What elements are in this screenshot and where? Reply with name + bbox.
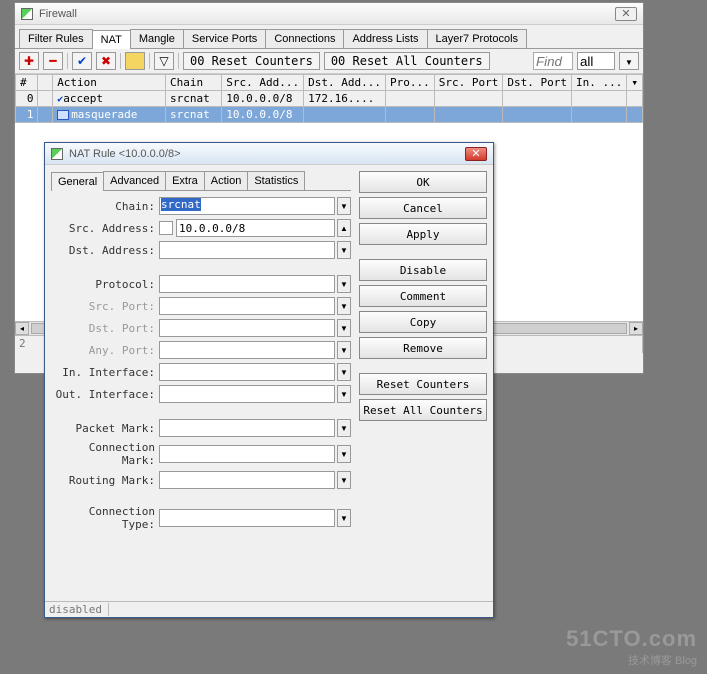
table-row[interactable]: 1 masquerade srcnat 10.0.0.0/8 <box>16 107 643 123</box>
any-port-label: Any. Port: <box>51 344 155 357</box>
table-row[interactable]: 0 accept srcnat 10.0.0.0/8 172.16.... <box>16 91 643 107</box>
connection-mark-dropdown[interactable] <box>337 445 351 463</box>
disable-button[interactable]: ✖ <box>96 52 116 70</box>
packet-mark-field[interactable] <box>159 419 335 437</box>
firewall-toolbar: ✚ ━ ✔ ✖ ▽ 00 Reset Counters 00 Reset All… <box>15 49 643 74</box>
dst-address-field[interactable] <box>159 241 335 259</box>
firewall-tabs: Filter Rules NAT Mangle Service Ports Co… <box>15 25 643 49</box>
dialog-status-text: disabled <box>49 603 109 616</box>
filter-button[interactable]: ▽ <box>154 52 174 70</box>
reset-all-counters-button[interactable]: Reset All Counters <box>359 399 487 421</box>
filter-select[interactable] <box>577 52 615 70</box>
protocol-field[interactable] <box>159 275 335 293</box>
chain-dropdown[interactable] <box>337 197 351 215</box>
tab-service-ports[interactable]: Service Ports <box>183 29 266 48</box>
tab-statistics[interactable]: Statistics <box>247 171 305 190</box>
masquerade-icon <box>57 110 69 120</box>
out-interface-dropdown[interactable] <box>337 385 351 403</box>
reset-counters-button[interactable]: Reset Counters <box>359 373 487 395</box>
enable-button[interactable]: ✔ <box>72 52 92 70</box>
in-interface-label: In. Interface: <box>51 366 155 379</box>
in-interface-field[interactable] <box>159 363 335 381</box>
dst-port-field[interactable] <box>159 319 335 337</box>
tab-nat[interactable]: NAT <box>92 30 131 49</box>
dst-port-label: Dst. Port: <box>51 322 155 335</box>
dialog-titlebar[interactable]: NAT Rule <10.0.0.0/8> ✕ <box>45 143 493 165</box>
tab-general[interactable]: General <box>51 172 104 191</box>
routing-mark-field[interactable] <box>159 471 335 489</box>
out-interface-field[interactable] <box>159 385 335 403</box>
tab-mangle[interactable]: Mangle <box>130 29 184 48</box>
src-address-invert[interactable] <box>159 221 173 235</box>
tab-extra[interactable]: Extra <box>165 171 205 190</box>
dialog-title: NAT Rule <10.0.0.0/8> <box>69 148 459 160</box>
packet-mark-label: Packet Mark: <box>51 422 155 435</box>
tab-advanced[interactable]: Advanced <box>103 171 166 190</box>
tab-action[interactable]: Action <box>204 171 249 190</box>
add-button[interactable]: ✚ <box>19 52 39 70</box>
remove-button[interactable]: Remove <box>359 337 487 359</box>
tab-connections[interactable]: Connections <box>265 29 344 48</box>
apply-button[interactable]: Apply <box>359 223 487 245</box>
firewall-titlebar[interactable]: Firewall ✕ <box>15 3 643 25</box>
src-port-label: Src. Port: <box>51 300 155 313</box>
ok-button[interactable]: OK <box>359 171 487 193</box>
window-title: Firewall <box>39 8 609 20</box>
dialog-status: disabled <box>45 601 493 617</box>
scroll-right-icon[interactable]: ▸ <box>629 322 643 335</box>
nat-rule-dialog: NAT Rule <10.0.0.0/8> ✕ General Advanced… <box>44 142 494 618</box>
connection-type-field[interactable] <box>159 509 335 527</box>
dialog-tabs: General Advanced Extra Action Statistics <box>51 171 351 191</box>
in-interface-dropdown[interactable] <box>337 363 351 381</box>
protocol-label: Protocol: <box>51 278 155 291</box>
tab-layer7[interactable]: Layer7 Protocols <box>427 29 528 48</box>
close-icon[interactable]: ✕ <box>465 147 487 161</box>
app-icon <box>21 8 33 20</box>
app-icon <box>51 148 63 160</box>
reset-all-counters-button[interactable]: 00 Reset All Counters <box>324 52 490 70</box>
src-address-field[interactable] <box>176 219 335 237</box>
src-port-field[interactable] <box>159 297 335 315</box>
dst-address-label: Dst. Address: <box>51 244 155 257</box>
copy-button[interactable]: Copy <box>359 311 487 333</box>
protocol-dropdown[interactable] <box>337 275 351 293</box>
chain-label: Chain: <box>51 200 155 213</box>
comment-button[interactable] <box>125 52 145 70</box>
remove-button[interactable]: ━ <box>43 52 63 70</box>
dst-port-dropdown[interactable] <box>337 319 351 337</box>
routing-mark-label: Routing Mark: <box>51 474 155 487</box>
chain-field[interactable]: srcnat <box>159 197 335 215</box>
connection-type-dropdown[interactable] <box>337 509 351 527</box>
table-header[interactable]: # Action Chain Src. Add... Dst. Add... P… <box>16 75 643 91</box>
scroll-left-icon[interactable]: ◂ <box>15 322 29 335</box>
form-general: Chain: srcnat Src. Address: Dst. Address… <box>51 191 351 595</box>
src-port-dropdown[interactable] <box>337 297 351 315</box>
tab-filter-rules[interactable]: Filter Rules <box>19 29 93 48</box>
dialog-side-buttons: OK Cancel Apply Disable Comment Copy Rem… <box>359 171 487 595</box>
src-address-label: Src. Address: <box>51 222 155 235</box>
cancel-button[interactable]: Cancel <box>359 197 487 219</box>
out-interface-label: Out. Interface: <box>51 388 155 401</box>
tab-address-lists[interactable]: Address Lists <box>343 29 427 48</box>
watermark: 51CTO.com 技术博客 Blog <box>566 626 697 668</box>
packet-mark-dropdown[interactable] <box>337 419 351 437</box>
comment-button[interactable]: Comment <box>359 285 487 307</box>
reset-counters-button[interactable]: 00 Reset Counters <box>183 52 320 70</box>
any-port-dropdown[interactable] <box>337 341 351 359</box>
dst-address-dropdown[interactable] <box>337 241 351 259</box>
connection-mark-field[interactable] <box>159 445 335 463</box>
connection-type-label: Connection Type: <box>51 505 155 531</box>
filter-dropdown[interactable] <box>619 52 639 70</box>
routing-mark-dropdown[interactable] <box>337 471 351 489</box>
any-port-field[interactable] <box>159 341 335 359</box>
connection-mark-label: Connection Mark: <box>51 441 155 467</box>
src-address-up[interactable] <box>337 219 351 237</box>
find-input[interactable] <box>533 52 573 70</box>
close-icon[interactable]: ✕ <box>615 7 637 21</box>
nat-table: # Action Chain Src. Add... Dst. Add... P… <box>15 74 643 123</box>
disable-button[interactable]: Disable <box>359 259 487 281</box>
